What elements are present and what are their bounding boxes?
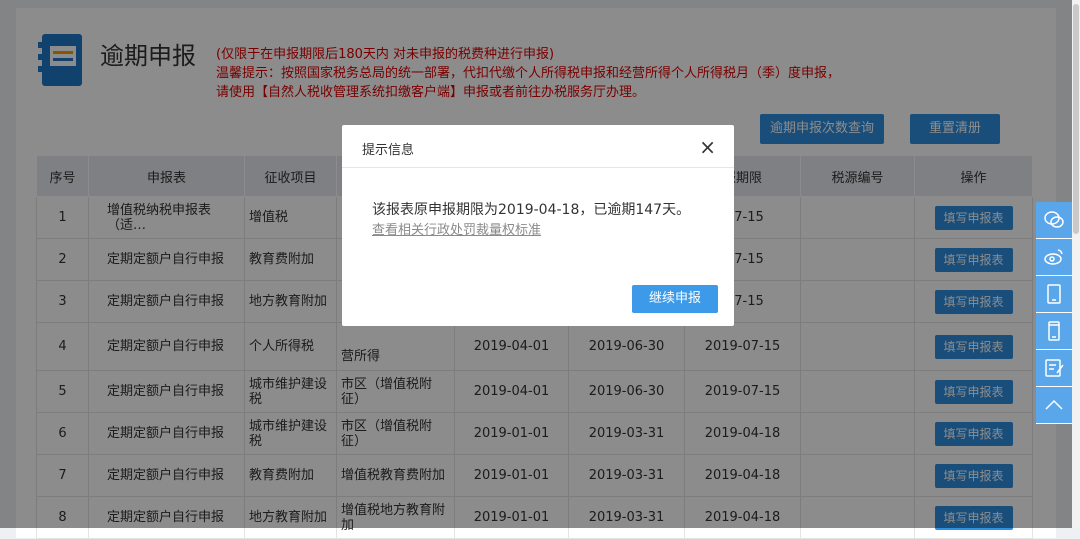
dialog-divider bbox=[342, 167, 734, 168]
tip-dialog: 提示信息 × 该报表原申报期限为2019-04-18，已逾期147天。 查看相关… bbox=[342, 125, 734, 326]
edit-icon[interactable] bbox=[1036, 350, 1072, 387]
weibo-icon[interactable] bbox=[1036, 239, 1072, 276]
overdue-message: 该报表原申报期限为2019-04-18，已逾期147天。 bbox=[372, 202, 691, 218]
back-to-top-icon[interactable] bbox=[1036, 387, 1072, 424]
continue-declare-button[interactable]: 继续申报 bbox=[632, 285, 718, 313]
close-icon[interactable]: × bbox=[699, 135, 716, 159]
mobile-icon[interactable] bbox=[1036, 313, 1072, 350]
dialog-title: 提示信息 bbox=[362, 143, 415, 158]
tablet-icon[interactable] bbox=[1036, 276, 1072, 313]
scrollbar-thumb[interactable] bbox=[1073, 4, 1079, 234]
penalty-standard-link[interactable]: 查看相关行政处罚裁量权标准 bbox=[372, 219, 541, 238]
wechat-icon[interactable] bbox=[1036, 202, 1072, 239]
